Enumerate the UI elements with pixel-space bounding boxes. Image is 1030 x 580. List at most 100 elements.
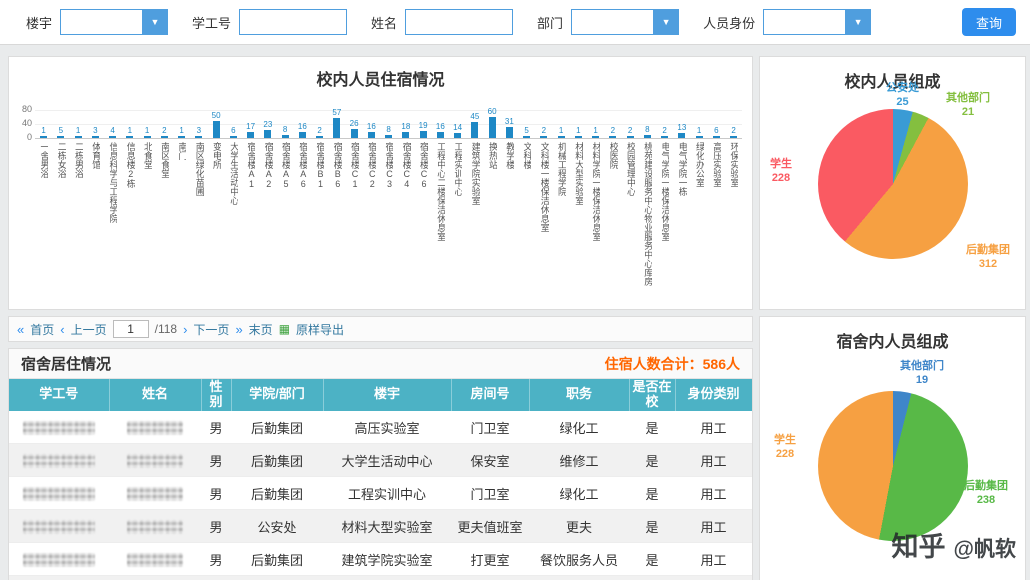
prev-page-icon[interactable]: ‹ <box>60 323 64 336</box>
bar[interactable] <box>730 136 738 138</box>
table-cell: 材料大型实验室 <box>323 509 451 544</box>
filter-label-name: 姓名 <box>371 15 398 31</box>
next-page-icon[interactable]: › <box>183 323 187 336</box>
last-page-link[interactable]: 末页 <box>249 321 273 338</box>
bar-slot: 8 宿舍楼A5 <box>277 98 294 300</box>
bar-category-label: 材料大型实验室 <box>574 142 584 205</box>
bar[interactable] <box>454 133 462 138</box>
bar[interactable] <box>643 135 651 138</box>
export-icon[interactable]: ▦ <box>279 323 290 335</box>
bar-category-label: 南门 <box>177 142 187 160</box>
bar[interactable] <box>247 132 255 138</box>
name-input[interactable] <box>405 9 514 35</box>
bar[interactable] <box>557 136 565 138</box>
bar[interactable] <box>281 135 289 138</box>
bar-category-label: 工程实训中心 <box>453 142 463 196</box>
bar[interactable] <box>695 136 703 138</box>
dormitory-table-panel: 宿舍居住情况 住宿人数合计：586人 学工号 姓名 性别 学院/部门 楼宇 房间号 职务 是否… <box>8 348 753 580</box>
bar[interactable] <box>661 136 669 138</box>
bar-category-label: 北食堂 <box>142 142 152 169</box>
table-row[interactable]: 男后勤集团 工程实训中心 门卫室 绿化工是用工 <box>9 476 752 511</box>
table-row[interactable]: 男后勤集团 大学生活动中心 保安室 维修工是用工 <box>9 443 752 478</box>
table-row[interactable]: 男公安处 材料大型实验室 更夫值班室 更夫是用工 <box>9 509 752 544</box>
bar[interactable] <box>109 136 117 138</box>
bar[interactable] <box>385 135 393 138</box>
table-cell <box>629 575 675 580</box>
bar[interactable] <box>712 135 720 138</box>
table-row[interactable]: 男后勤集团 高压实验室 门卫室 绿化工是用工 <box>9 410 752 445</box>
bar[interactable] <box>367 132 375 138</box>
bar-category-label: 宿舍楼C6 <box>418 142 428 189</box>
bar[interactable] <box>471 122 479 138</box>
last-page-icon[interactable]: » <box>235 323 242 336</box>
table-cell <box>231 575 323 580</box>
bar[interactable] <box>574 136 582 138</box>
bar[interactable] <box>316 136 324 138</box>
bar[interactable] <box>523 136 531 138</box>
table-cell: 绿化工 <box>529 410 629 445</box>
bar[interactable] <box>678 133 686 138</box>
bar-value-label: 5 <box>524 126 529 135</box>
prev-page-link[interactable]: 上一页 <box>71 321 107 338</box>
bar-slot: 8 宿舍楼C3 <box>380 98 397 300</box>
bar-value-label: 1 <box>696 126 702 135</box>
export-link[interactable]: 原样导出 <box>296 321 344 338</box>
total-residents-label: 住宿人数合计：586人 <box>604 355 740 372</box>
watermark-handle: @帆软 <box>953 538 1016 561</box>
first-page-link[interactable]: 首页 <box>30 321 54 338</box>
department-select[interactable]: ▼ <box>571 9 680 35</box>
building-select[interactable]: ▼ <box>60 9 169 35</box>
bar[interactable] <box>91 136 99 138</box>
table-cell: 后勤集团 <box>231 476 323 511</box>
bar[interactable] <box>488 117 496 138</box>
bar[interactable] <box>540 136 548 138</box>
bar-value-label: 2 <box>162 126 167 135</box>
bar[interactable] <box>626 136 634 138</box>
bar[interactable] <box>436 132 444 138</box>
bar[interactable] <box>402 131 410 138</box>
bar[interactable] <box>126 136 134 138</box>
bar[interactable] <box>264 129 272 138</box>
staff-id-input[interactable] <box>239 9 348 35</box>
bar-value-label: 5 <box>58 126 64 135</box>
watermark: 知乎 @帆软 <box>892 525 1016 564</box>
bar[interactable] <box>178 136 186 138</box>
bar[interactable] <box>40 136 48 138</box>
pagination-bar: « 首页 ‹ 上一页 /118 › 下一页 » 末页 ▦ 原样导出 <box>8 316 753 342</box>
table-cell: 用工 <box>675 542 752 577</box>
table-row[interactable] <box>9 575 752 580</box>
bar[interactable] <box>212 120 220 138</box>
dorm-composition-pie[interactable] <box>818 391 968 541</box>
bar[interactable] <box>505 127 513 138</box>
bar[interactable] <box>609 136 617 138</box>
bar[interactable] <box>333 118 341 138</box>
bar-category-label: 宿舍楼A6 <box>298 142 308 189</box>
bar[interactable] <box>592 136 600 138</box>
next-page-link[interactable]: 下一页 <box>193 321 229 338</box>
bar[interactable] <box>298 132 306 138</box>
bar[interactable] <box>143 136 151 138</box>
page-number-input[interactable] <box>112 320 149 338</box>
bar[interactable] <box>419 131 427 138</box>
bar[interactable] <box>57 136 65 138</box>
bar-slot: 18 宿舍楼C4 <box>397 98 414 300</box>
first-page-icon[interactable]: « <box>17 323 24 336</box>
table-cell: 男 <box>201 443 231 478</box>
bar[interactable] <box>160 136 168 138</box>
bar-category-label: 环保实验室 <box>729 142 739 187</box>
bar[interactable] <box>74 136 82 138</box>
campus-composition-pie[interactable] <box>818 109 968 259</box>
bar-value-label: 60 <box>487 107 497 116</box>
bar[interactable] <box>229 135 237 138</box>
table-cell: 是 <box>629 509 675 544</box>
column-header: 身份类别 <box>675 379 752 411</box>
identity-select[interactable]: ▼ <box>763 9 872 35</box>
table-cell: 用工 <box>675 410 752 445</box>
bar[interactable] <box>350 128 358 138</box>
table-cell: 男 <box>201 542 231 577</box>
bar[interactable] <box>195 136 203 138</box>
table-row[interactable]: 男后勤集团 建筑学院实验室 打更室 餐饮服务人员是用工 <box>9 542 752 577</box>
table-cell: 保安室 <box>451 443 529 478</box>
table-cell: 用工 <box>675 476 752 511</box>
query-button[interactable]: 查询 <box>962 8 1016 36</box>
